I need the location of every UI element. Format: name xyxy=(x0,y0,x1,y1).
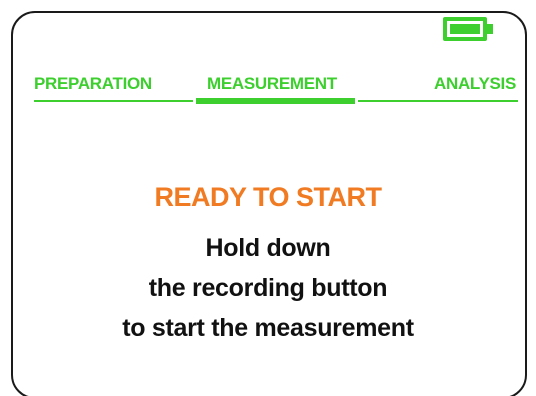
step-analysis-underline xyxy=(358,100,518,102)
step-preparation-underline xyxy=(34,100,193,102)
instruction-line-3: to start the measurement xyxy=(122,314,414,342)
step-measurement: MEASUREMENT xyxy=(207,74,337,93)
instruction-line-2: the recording button xyxy=(148,274,388,302)
battery-tip xyxy=(487,24,493,34)
step-analysis: ANALYSIS xyxy=(434,74,516,93)
instruction-line-1: Hold down xyxy=(205,234,331,262)
battery-body xyxy=(443,17,487,41)
battery-full-icon xyxy=(443,17,496,41)
status-title: READY TO START xyxy=(154,182,382,212)
step-preparation: PREPARATION xyxy=(34,74,152,93)
step-measurement-underline-active xyxy=(196,98,355,104)
battery-level-fill xyxy=(450,24,480,34)
